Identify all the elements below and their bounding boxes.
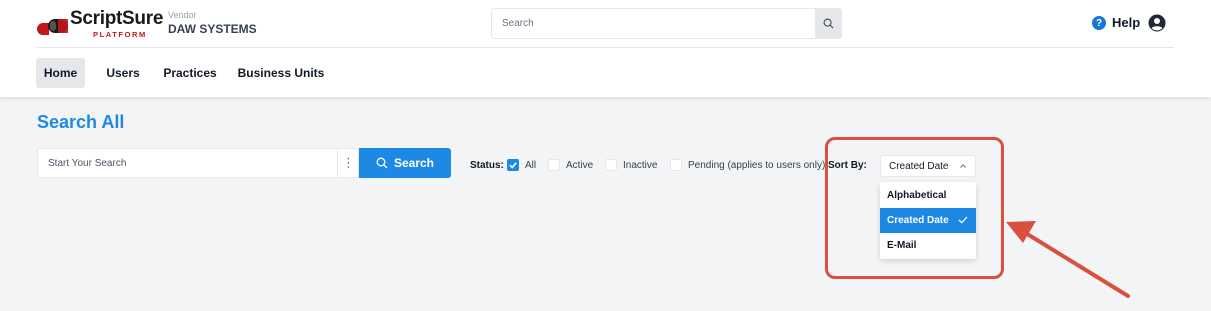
status-label: Status: [470,160,504,171]
page-title: Search All [37,112,125,132]
pill-logo-icon [37,19,68,35]
logo-text: ScriptSure [70,8,164,29]
search-button[interactable]: Search [359,148,451,178]
user-account-icon[interactable] [1148,14,1166,32]
global-search [491,8,842,39]
search-button-label: Search [393,156,435,170]
highlight-callout-box [825,137,1004,279]
scriptsure-logo[interactable]: ScriptSure PLATFORM [36,8,164,39]
tab-practices[interactable]: Practices [158,58,222,88]
status-pending-label[interactable]: Pending (applies to users only) [688,160,825,171]
help-icon[interactable]: ? [1092,16,1106,30]
search-options-icon[interactable]: ⋮ [337,149,359,177]
status-active-checkbox[interactable] [548,159,560,171]
search-icon [823,18,834,29]
logo-subtext: PLATFORM [93,30,147,39]
header-divider [36,47,1174,48]
search-icon [376,157,388,169]
tab-users[interactable]: Users [96,58,150,88]
global-search-button[interactable] [815,9,841,38]
status-inactive-label[interactable]: Inactive [623,160,657,171]
status-pending-checkbox[interactable] [670,159,682,171]
tab-home[interactable]: Home [36,58,85,88]
vendor-label: Vendor [168,10,197,20]
status-inactive-checkbox[interactable] [605,159,617,171]
status-active-label[interactable]: Active [566,160,593,171]
tab-business-units[interactable]: Business Units [236,58,326,88]
status-all-checkbox[interactable] [507,159,519,171]
search-input[interactable] [48,149,328,177]
check-icon [509,162,517,169]
search-box: ⋮ [37,148,359,178]
app-header: ScriptSure PLATFORM Vendor DAW SYSTEMS ?… [0,0,1211,97]
vendor-name: DAW SYSTEMS [168,22,257,36]
status-all-label[interactable]: All [525,160,536,171]
global-search-input[interactable] [502,9,802,38]
help-link[interactable]: Help [1112,15,1140,30]
